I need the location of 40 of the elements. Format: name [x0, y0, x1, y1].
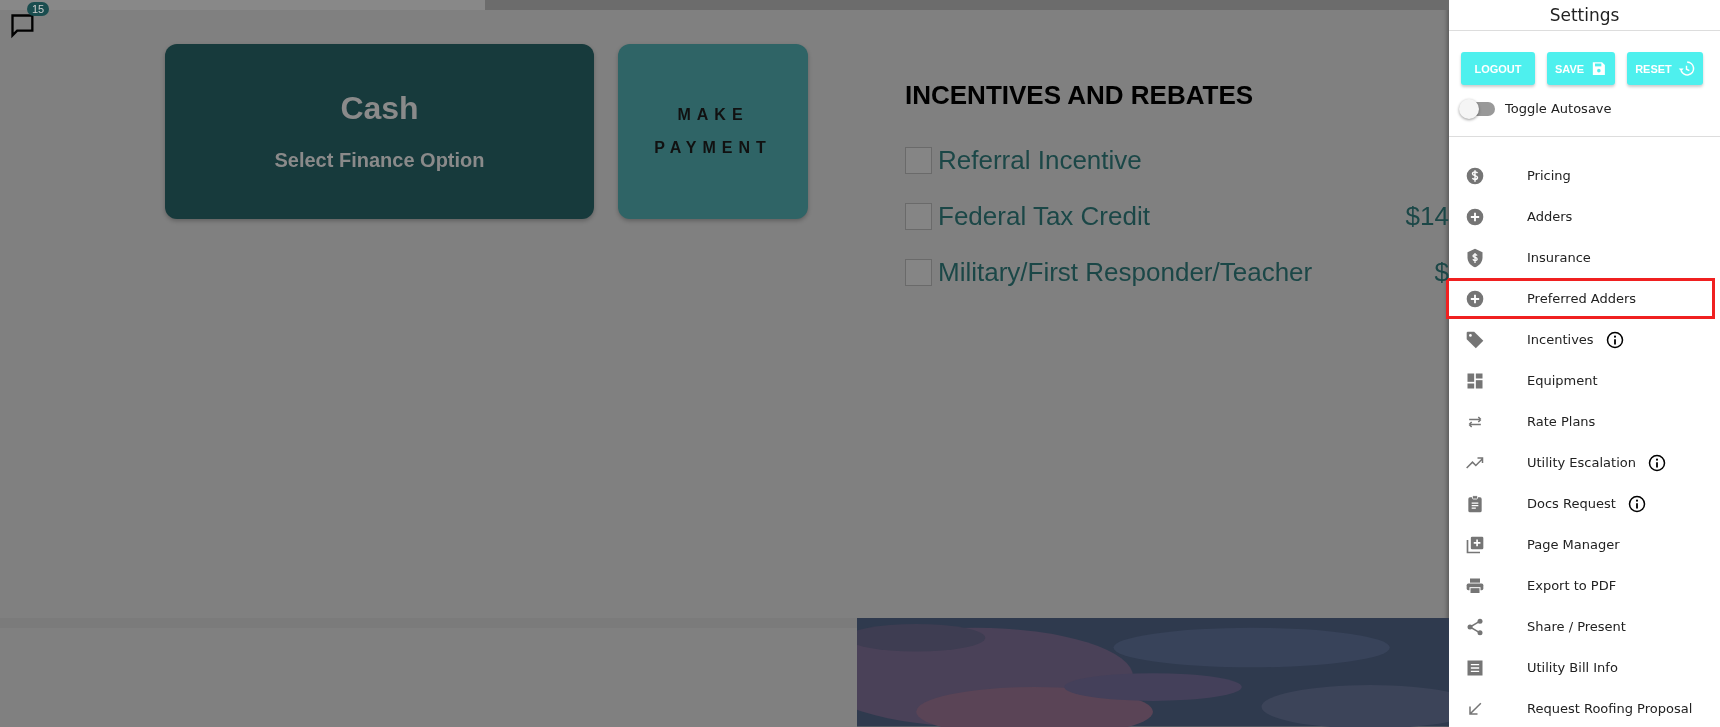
incentive-label: Referral Incentive	[938, 145, 1142, 177]
autosave-label: Toggle Autosave	[1505, 101, 1612, 116]
section-heading: INCENTIVES AND REBATES	[905, 79, 1255, 111]
info-icon[interactable]	[1627, 494, 1646, 513]
add-circle-icon	[1465, 288, 1485, 309]
menu-item[interactable]: Utility Escalation	[1446, 442, 1715, 483]
menu-item[interactable]: Docs Request	[1446, 483, 1715, 524]
menu-item[interactable]: Incentives	[1446, 319, 1715, 360]
checkbox[interactable]	[905, 147, 932, 175]
tag-icon	[1465, 329, 1485, 350]
add-page-icon	[1465, 534, 1485, 555]
add-circle-icon	[1465, 206, 1485, 227]
history-icon	[1677, 60, 1695, 77]
shield-dollar-icon	[1465, 247, 1485, 268]
chat-icon[interactable]	[9, 12, 37, 40]
incentive-label: Military/First Responder/Teacher	[938, 257, 1313, 289]
clipboard-icon	[1465, 493, 1485, 514]
finance-option-card[interactable]: Cash Select Finance Option	[165, 43, 594, 219]
incentive-amount: $14	[1405, 201, 1449, 233]
menu-item[interactable]: Equipment	[1446, 360, 1715, 401]
autosave-switch[interactable]	[1461, 101, 1495, 116]
share-icon	[1465, 616, 1485, 637]
menu-item[interactable]: Export to PDF	[1446, 565, 1715, 606]
checkbox[interactable]	[905, 203, 932, 231]
info-icon[interactable]	[1605, 330, 1624, 349]
menu-item[interactable]: Pricing	[1446, 155, 1715, 196]
dollar-icon	[1465, 165, 1485, 186]
incentive-amount: $	[1434, 257, 1449, 289]
menu-item[interactable]: Share / Present	[1446, 606, 1715, 647]
info-icon[interactable]	[1647, 453, 1666, 472]
notification-badge: 15	[27, 2, 50, 16]
finance-title: Cash	[340, 90, 419, 128]
checkbox[interactable]	[905, 259, 932, 287]
panel-title: Settings	[1449, 0, 1720, 31]
menu-item[interactable]: Rate Plans	[1446, 401, 1715, 442]
menu-item[interactable]: Request Roofing Proposal	[1446, 688, 1715, 727]
incentive-label: Federal Tax Credit	[938, 201, 1150, 233]
menu-item[interactable]: Page Manager	[1446, 524, 1715, 565]
menu-item[interactable]: Utility Bill Info	[1446, 647, 1715, 688]
finance-subtitle: Select Finance Option	[274, 149, 485, 173]
